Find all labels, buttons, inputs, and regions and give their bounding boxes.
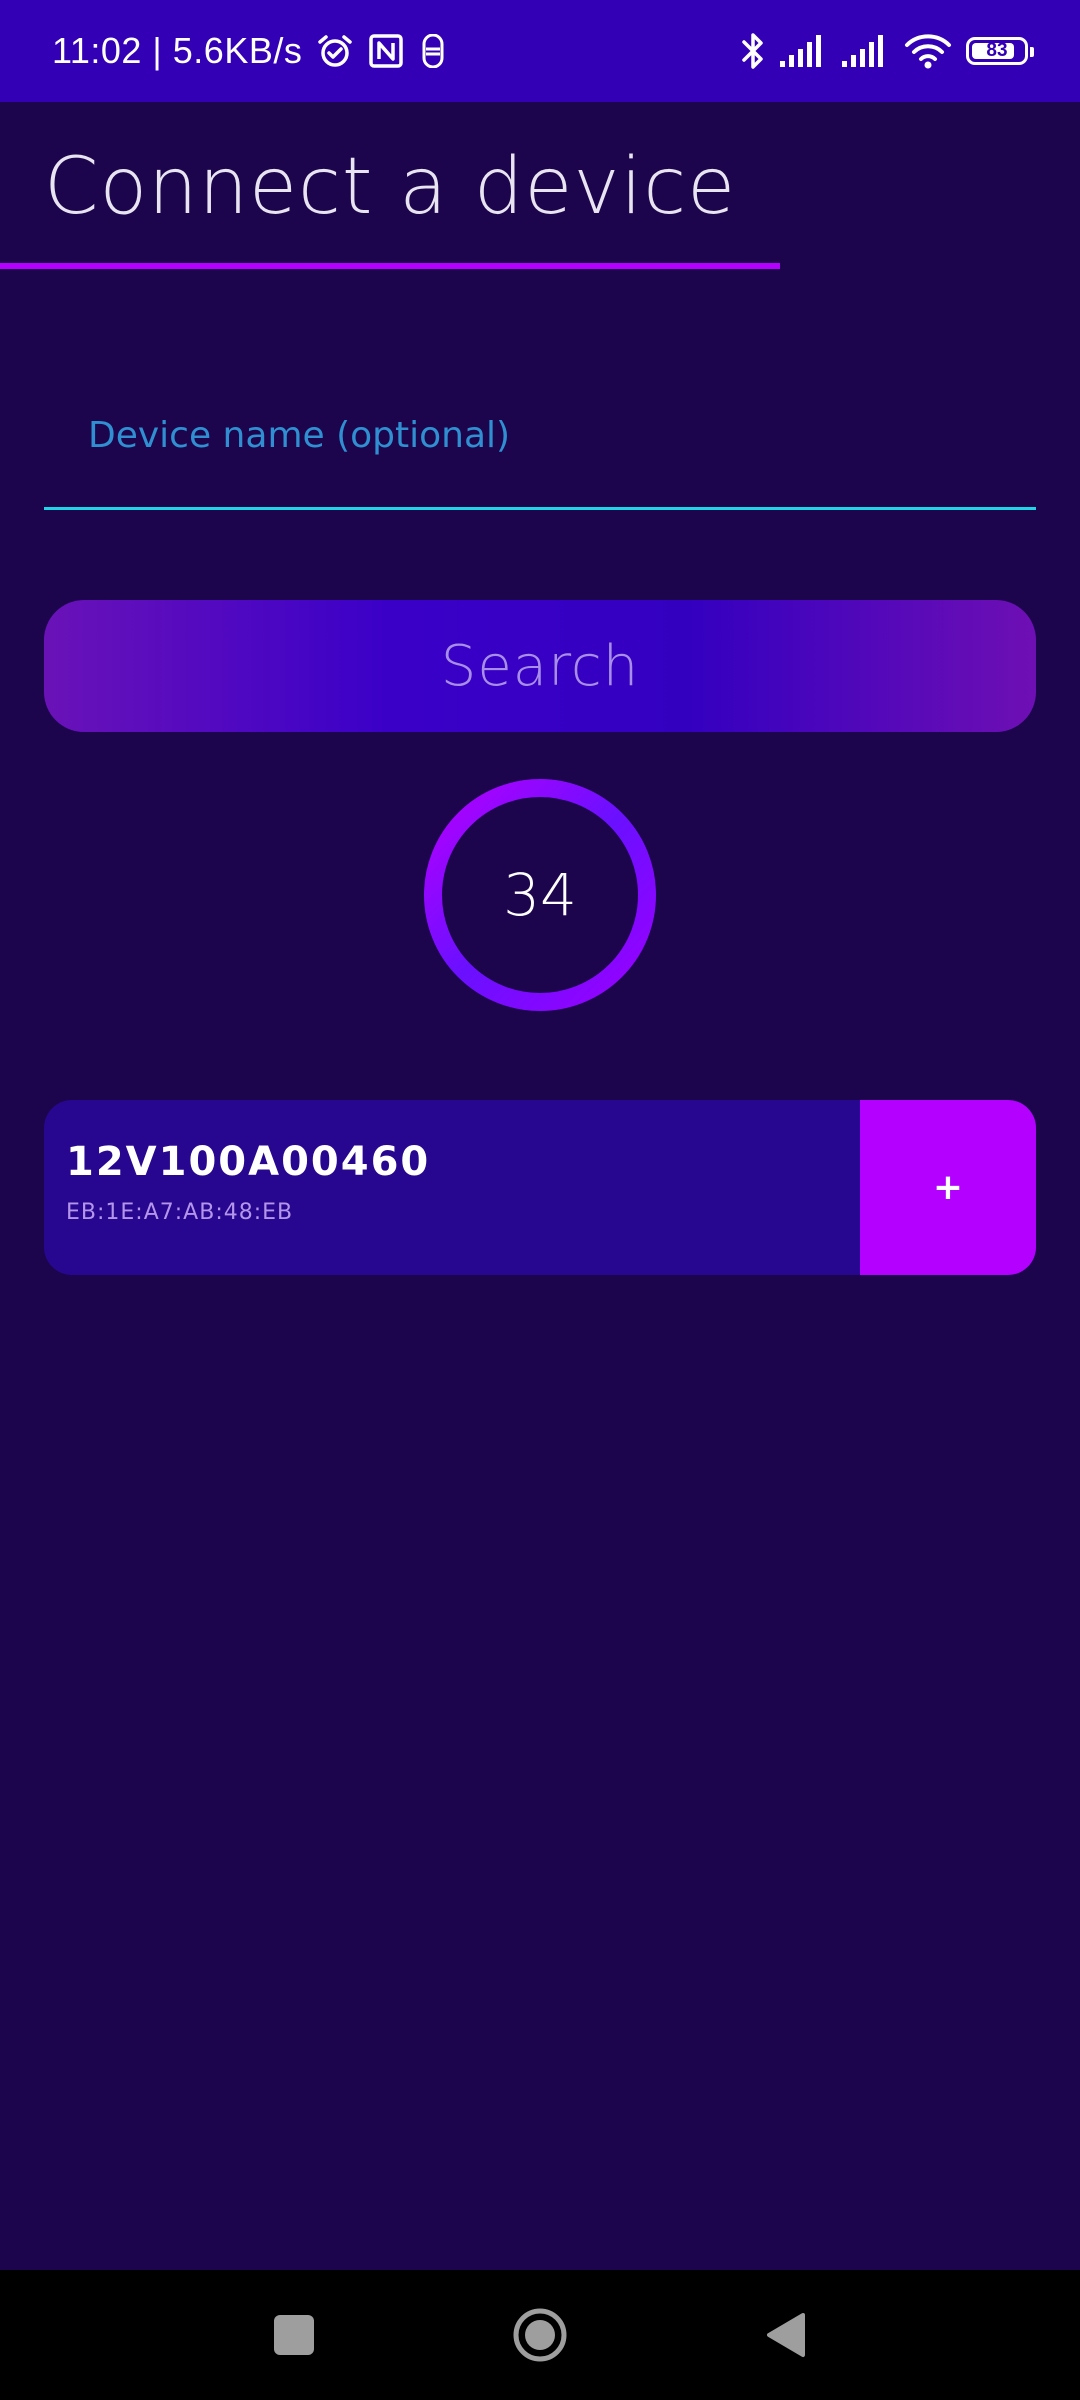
status-bar: 11:02 | 5.6KB/s 83 <box>0 0 1080 102</box>
back-button[interactable] <box>725 2270 845 2400</box>
page-title: Connect a device <box>44 142 737 232</box>
signal-icon <box>780 33 828 69</box>
battery-level: 83 <box>986 40 1008 61</box>
wifi-icon <box>904 32 952 70</box>
notification-icon <box>418 34 448 68</box>
device-info: 12V100A00460 EB:1E:A7:AB:48:EB <box>44 1100 860 1275</box>
home-icon <box>513 2308 567 2362</box>
back-icon <box>767 2313 805 2357</box>
status-bar-left: 11:02 | 5.6KB/s <box>52 30 448 72</box>
status-time-speed: 11:02 | 5.6KB/s <box>52 30 303 71</box>
recents-icon <box>274 2315 314 2355</box>
recents-button[interactable] <box>234 2270 354 2400</box>
signal-icon <box>842 33 890 69</box>
add-device-button[interactable]: + <box>860 1100 1036 1275</box>
search-button[interactable]: Search <box>44 600 1036 732</box>
battery-icon: 83 <box>966 37 1034 65</box>
device-list-item[interactable]: 12V100A00460 EB:1E:A7:AB:48:EB + <box>44 1100 1036 1275</box>
timer-value: 34 <box>503 861 577 929</box>
scan-timer: 34 <box>421 776 659 1014</box>
bluetooth-icon <box>740 31 766 71</box>
alarm-icon <box>316 32 354 70</box>
nfc-icon <box>368 33 404 69</box>
device-name-input[interactable] <box>88 395 988 475</box>
status-bar-right: 83 <box>740 31 1034 71</box>
home-button[interactable] <box>480 2270 600 2400</box>
title-underline <box>0 263 780 269</box>
navigation-bar <box>0 2270 1080 2400</box>
device-mac-address: EB:1E:A7:AB:48:EB <box>66 1200 294 1225</box>
device-name: 12V100A00460 <box>66 1139 431 1185</box>
device-name-field[interactable] <box>44 395 1036 510</box>
